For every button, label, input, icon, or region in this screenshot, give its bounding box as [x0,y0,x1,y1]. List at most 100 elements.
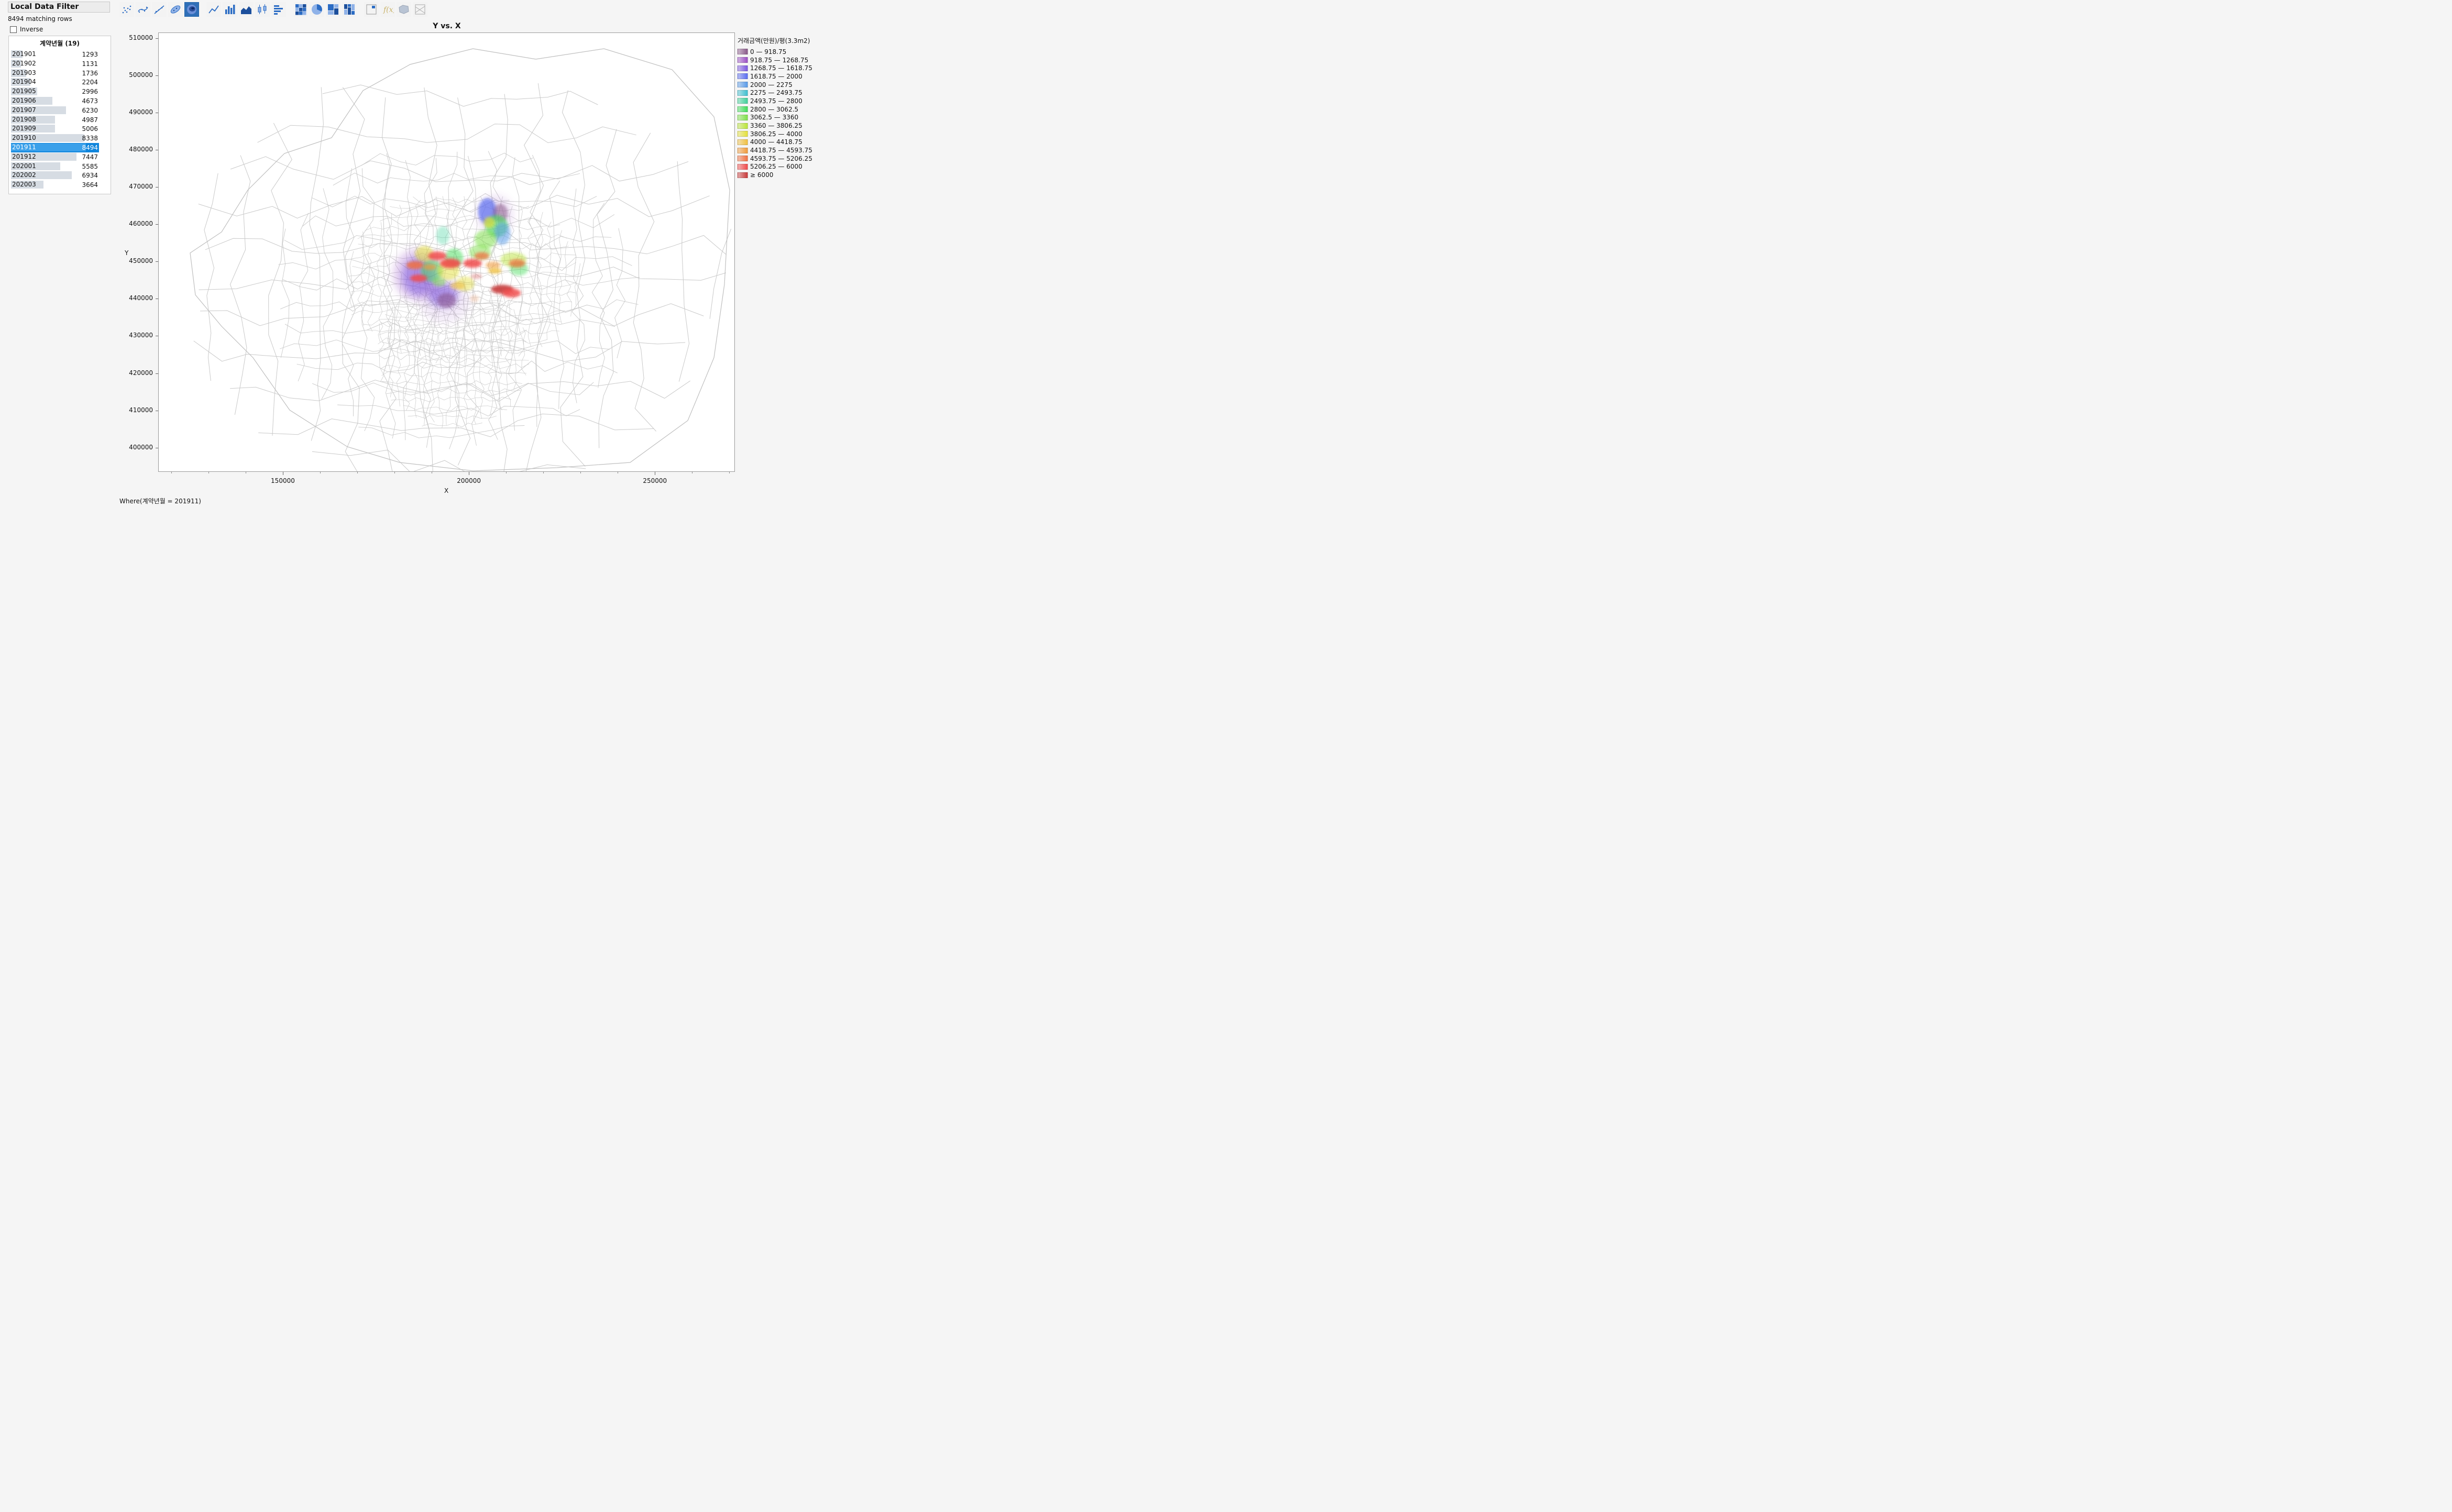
area-button[interactable] [238,2,254,17]
filter-row-201904[interactable]: 201904 2204 [10,78,99,87]
map-shape-button[interactable] [396,2,411,17]
boundary-line [380,322,519,327]
boundary-line [597,129,617,448]
legend-item[interactable]: 918.75 — 1268.75 [737,56,812,64]
density-contour [488,268,502,274]
legend-item[interactable]: 3806.25 — 4000 [737,130,812,138]
filter-title[interactable]: Local Data Filter [7,1,110,13]
legend-item[interactable]: 4418.75 — 4593.75 [737,146,812,154]
pie-button[interactable] [309,2,324,17]
legend-label: 3806.25 — 4000 [750,130,802,138]
legend-item[interactable]: 3062.5 — 3360 [737,113,812,122]
line-button[interactable] [206,2,221,17]
heatmap-icon [295,4,306,15]
legend-swatch [737,156,748,162]
legend-label: 3062.5 — 3360 [750,114,799,122]
boundary-line [556,230,563,324]
filter-row-201910[interactable]: 201910 8338 [10,134,99,143]
x-minor-tick [357,471,358,473]
bar-button[interactable] [222,2,237,17]
legend-item[interactable]: 4000 — 4418.75 [737,138,812,147]
legend-item[interactable]: 2275 — 2493.75 [737,89,812,97]
filter-row-201902[interactable]: 201902 1131 [10,59,99,69]
legend-label: 918.75 — 1268.75 [750,56,809,64]
plot-area[interactable] [158,32,735,472]
boundary-line [322,84,598,107]
boundary-line [342,168,355,416]
treemap-button[interactable] [325,2,340,17]
legend-item[interactable]: 4593.75 — 5206.25 [737,154,812,163]
filter-row-label: 201905 [12,87,36,95]
filter-row-count: 6934 [82,172,98,180]
x-minor-tick [506,471,507,473]
x-minor-tick [394,471,395,473]
box-plot-button[interactable] [255,2,270,17]
x-minor-tick [580,471,581,473]
filter-row-201912[interactable]: 201912 7447 [10,152,99,162]
y-tick-mark [155,261,158,262]
boundary-line [298,213,309,382]
boundary-line [296,360,618,374]
points-button[interactable] [119,2,134,17]
filter-row-201911[interactable]: 201911 8494 [10,142,99,152]
line-of-fit-icon [154,5,164,14]
filter-row-202003[interactable]: 202003 3664 [10,180,99,190]
legend-item[interactable]: ≥ 6000 [737,171,812,179]
mosaic-button[interactable] [342,2,357,17]
density-contour [483,217,495,228]
heatmap-button[interactable] [293,2,308,17]
legend-item[interactable]: 2800 — 3062.5 [737,105,812,114]
legend-item[interactable]: 1268.75 — 1618.75 [737,64,812,72]
smoother-icon [138,6,148,13]
boundary-line [361,168,376,432]
boundary-line [614,228,626,359]
legend-item[interactable]: 2493.75 — 2800 [737,97,812,105]
inverse-option[interactable]: Inverse [9,26,43,33]
boundary-line [518,205,524,357]
filter-row-201909[interactable]: 201909 5006 [10,124,99,134]
legend-item[interactable]: 2000 — 2275 [737,81,812,89]
filter-row-201908[interactable]: 201908 4987 [10,115,99,125]
ellipse-button[interactable] [168,2,183,17]
legend-item[interactable]: 1618.75 — 2000 [737,72,812,81]
filter-row-202002[interactable]: 202002 6934 [10,171,99,180]
filter-row-201907[interactable]: 201907 6230 [10,106,99,115]
boundary-line [379,323,384,382]
line-of-fit-button[interactable] [151,2,167,17]
filter-row-202001[interactable]: 202001 5585 [10,162,99,171]
filter-row-201901[interactable]: 201901 1293 [10,50,99,59]
parallel-button[interactable] [412,2,427,17]
formula-button[interactable]: f(x) [380,2,395,17]
filter-row-label: 201904 [12,78,36,86]
y-tick-label: 410000 [129,406,153,414]
y-tick-label: 440000 [129,294,153,302]
graph-title: Y vs. X [433,21,461,30]
boundary-line [380,363,530,369]
caption-box-icon [366,4,377,15]
contour-button[interactable] [184,2,199,17]
y-axis-title: Y [124,249,129,257]
filter-row-201905[interactable]: 201905 2996 [10,87,99,96]
smoother-button[interactable] [135,2,150,17]
inverse-checkbox[interactable] [9,26,17,33]
x-tick-label: 250000 [643,477,667,484]
histogram-button[interactable] [271,2,286,17]
filter-row-count: 1293 [82,50,98,58]
legend-swatch [737,139,748,145]
legend-item[interactable]: 5206.25 — 6000 [737,163,812,171]
filter-row-201906[interactable]: 201906 4673 [10,96,99,106]
filter-row-201903[interactable]: 201903 1736 [10,69,99,78]
filter-row-label: 201907 [12,106,36,114]
bar-icon [225,4,235,14]
density-contour [432,277,446,286]
legend-item[interactable]: 0 — 918.75 [737,48,812,56]
legend-swatch [737,57,748,63]
caption-box-button[interactable] [364,2,379,17]
filter-row-label: 202002 [12,171,36,179]
legend-item[interactable]: 3360 — 3806.25 [737,122,812,130]
legend-swatch [737,147,748,153]
boundary-line [357,231,365,326]
density-contour [436,226,450,245]
points-icon [122,5,131,14]
histogram-icon [273,5,283,15]
